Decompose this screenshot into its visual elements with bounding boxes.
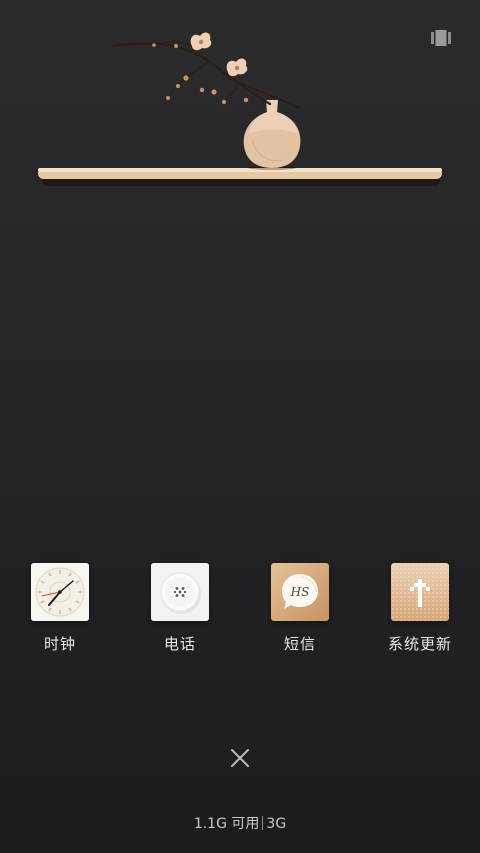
app-label: 电话 [163,635,196,653]
svg-text:HS: HS [290,585,310,599]
memory-total: 3G [266,816,287,832]
recent-app-system-update[interactable]: 系统更新 [370,563,470,653]
system-update-icon [391,563,449,621]
recent-app-clock[interactable]: 时钟 [10,563,110,653]
recent-app-messages[interactable]: HS 短信 [250,563,350,653]
app-label: 时钟 [43,635,76,653]
app-label: 系统更新 [387,635,452,653]
wallpaper-shelf-decoration [38,32,442,186]
branch-decoration [110,41,301,109]
phone-icon [151,563,209,621]
memory-status: 1.1G 可用 3G [0,815,480,833]
memory-available: 1.1G 可用 [193,816,260,832]
recent-apps-screen: 时钟 电话 HS 短信 系统更新 1.1G 可用 3G [0,0,480,853]
close-icon[interactable] [226,744,254,772]
message-icon: HS [271,563,329,621]
app-label: 短信 [283,635,316,653]
multitask-icon[interactable] [431,30,451,46]
clock-icon [31,563,89,621]
recent-app-phone[interactable]: 电话 [130,563,230,653]
memory-divider [262,816,264,830]
vase-decoration [243,100,301,170]
